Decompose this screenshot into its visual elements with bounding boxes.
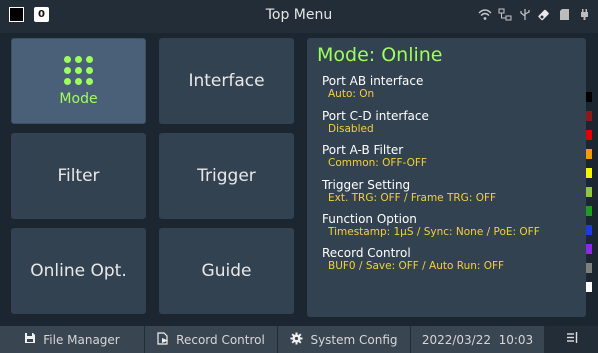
status-item-port-ab: Port AB interface Auto: On	[322, 74, 423, 101]
gear-icon	[290, 332, 303, 348]
status-item-value: Timestamp: 1μS / Sync: None / PoE: OFF	[328, 226, 540, 238]
status-item-label: Trigger Setting	[322, 178, 411, 192]
panel-title: Mode: Online	[317, 44, 443, 66]
status-item-record: Record Control BUF0 / Save: OFF / Auto R…	[322, 246, 504, 273]
status-item-label: Function Option	[322, 212, 417, 226]
color-swatch	[586, 206, 592, 216]
status-icons	[477, 8, 592, 25]
main-area: Mode Interface Filter Trigger Online Opt…	[8, 36, 592, 319]
system-config-button[interactable]: System Config	[278, 326, 411, 353]
status-item-label: Port A-B Filter	[322, 143, 404, 157]
power-plug-icon	[577, 8, 592, 25]
filter-button[interactable]: Filter	[11, 133, 146, 219]
color-swatch	[586, 263, 592, 273]
color-swatch	[586, 168, 592, 178]
menu-toggle-button[interactable]	[545, 326, 598, 353]
color-swatch	[586, 244, 592, 254]
color-swatch	[586, 130, 592, 140]
file-manager-button[interactable]: File Manager	[0, 326, 145, 353]
status-item-filter: Port A-B Filter Common: OFF-OFF	[322, 143, 427, 170]
record-control-button[interactable]: Record Control	[145, 326, 278, 353]
menu-icon	[565, 331, 579, 348]
color-swatch	[586, 187, 592, 197]
status-item-port-cd: Port C-D interface Disabled	[322, 109, 429, 136]
status-item-function: Function Option Timestamp: 1μS / Sync: N…	[322, 212, 540, 239]
color-swatches	[586, 92, 592, 301]
top-bar: 0 Top Menu	[0, 0, 598, 33]
wifi-icon	[477, 8, 492, 25]
status-item-label: Port C-D interface	[322, 109, 429, 123]
usb-drive-icon	[537, 8, 552, 25]
bottom-bar: File Manager Record Control System Confi…	[0, 326, 598, 353]
status-item-label: Port AB interface	[322, 74, 424, 88]
network-icon	[497, 8, 512, 25]
status-item-value: Ext. TRG: OFF / Frame TRG: OFF	[328, 192, 497, 204]
status-item-value: Disabled	[328, 123, 374, 135]
record-control-label: Record Control	[176, 332, 265, 347]
usb-icon	[517, 8, 532, 25]
interface-button[interactable]: Interface	[159, 38, 294, 124]
status-item-trigger: Trigger Setting Ext. TRG: OFF / Frame TR…	[322, 178, 496, 205]
color-swatch	[586, 92, 592, 102]
sd-card-icon	[557, 8, 572, 25]
trigger-button[interactable]: Trigger	[159, 133, 294, 219]
color-swatch	[586, 225, 592, 235]
color-swatch	[586, 282, 592, 292]
guide-button[interactable]: Guide	[159, 228, 294, 314]
mode-button[interactable]: Mode	[11, 38, 146, 124]
status-panel: Mode: Online Port AB interface Auto: On …	[307, 38, 586, 317]
mode-label: Mode	[59, 90, 98, 107]
save-icon	[24, 332, 36, 347]
status-item-value: Auto: On	[328, 88, 375, 100]
status-item-value: BUF0 / Save: OFF / Auto Run: OFF	[328, 260, 505, 272]
status-item-value: Common: OFF-OFF	[328, 157, 427, 169]
file-manager-label: File Manager	[43, 332, 120, 347]
system-config-label: System Config	[310, 332, 398, 347]
online-opt-button[interactable]: Online Opt.	[11, 228, 146, 314]
datetime-display: 2022/03/22 10:03	[411, 326, 545, 353]
record-file-icon	[157, 331, 169, 348]
color-swatch	[586, 111, 592, 121]
color-swatch	[586, 149, 592, 159]
status-item-label: Record Control	[322, 246, 411, 260]
grid-dots-icon	[64, 55, 93, 85]
